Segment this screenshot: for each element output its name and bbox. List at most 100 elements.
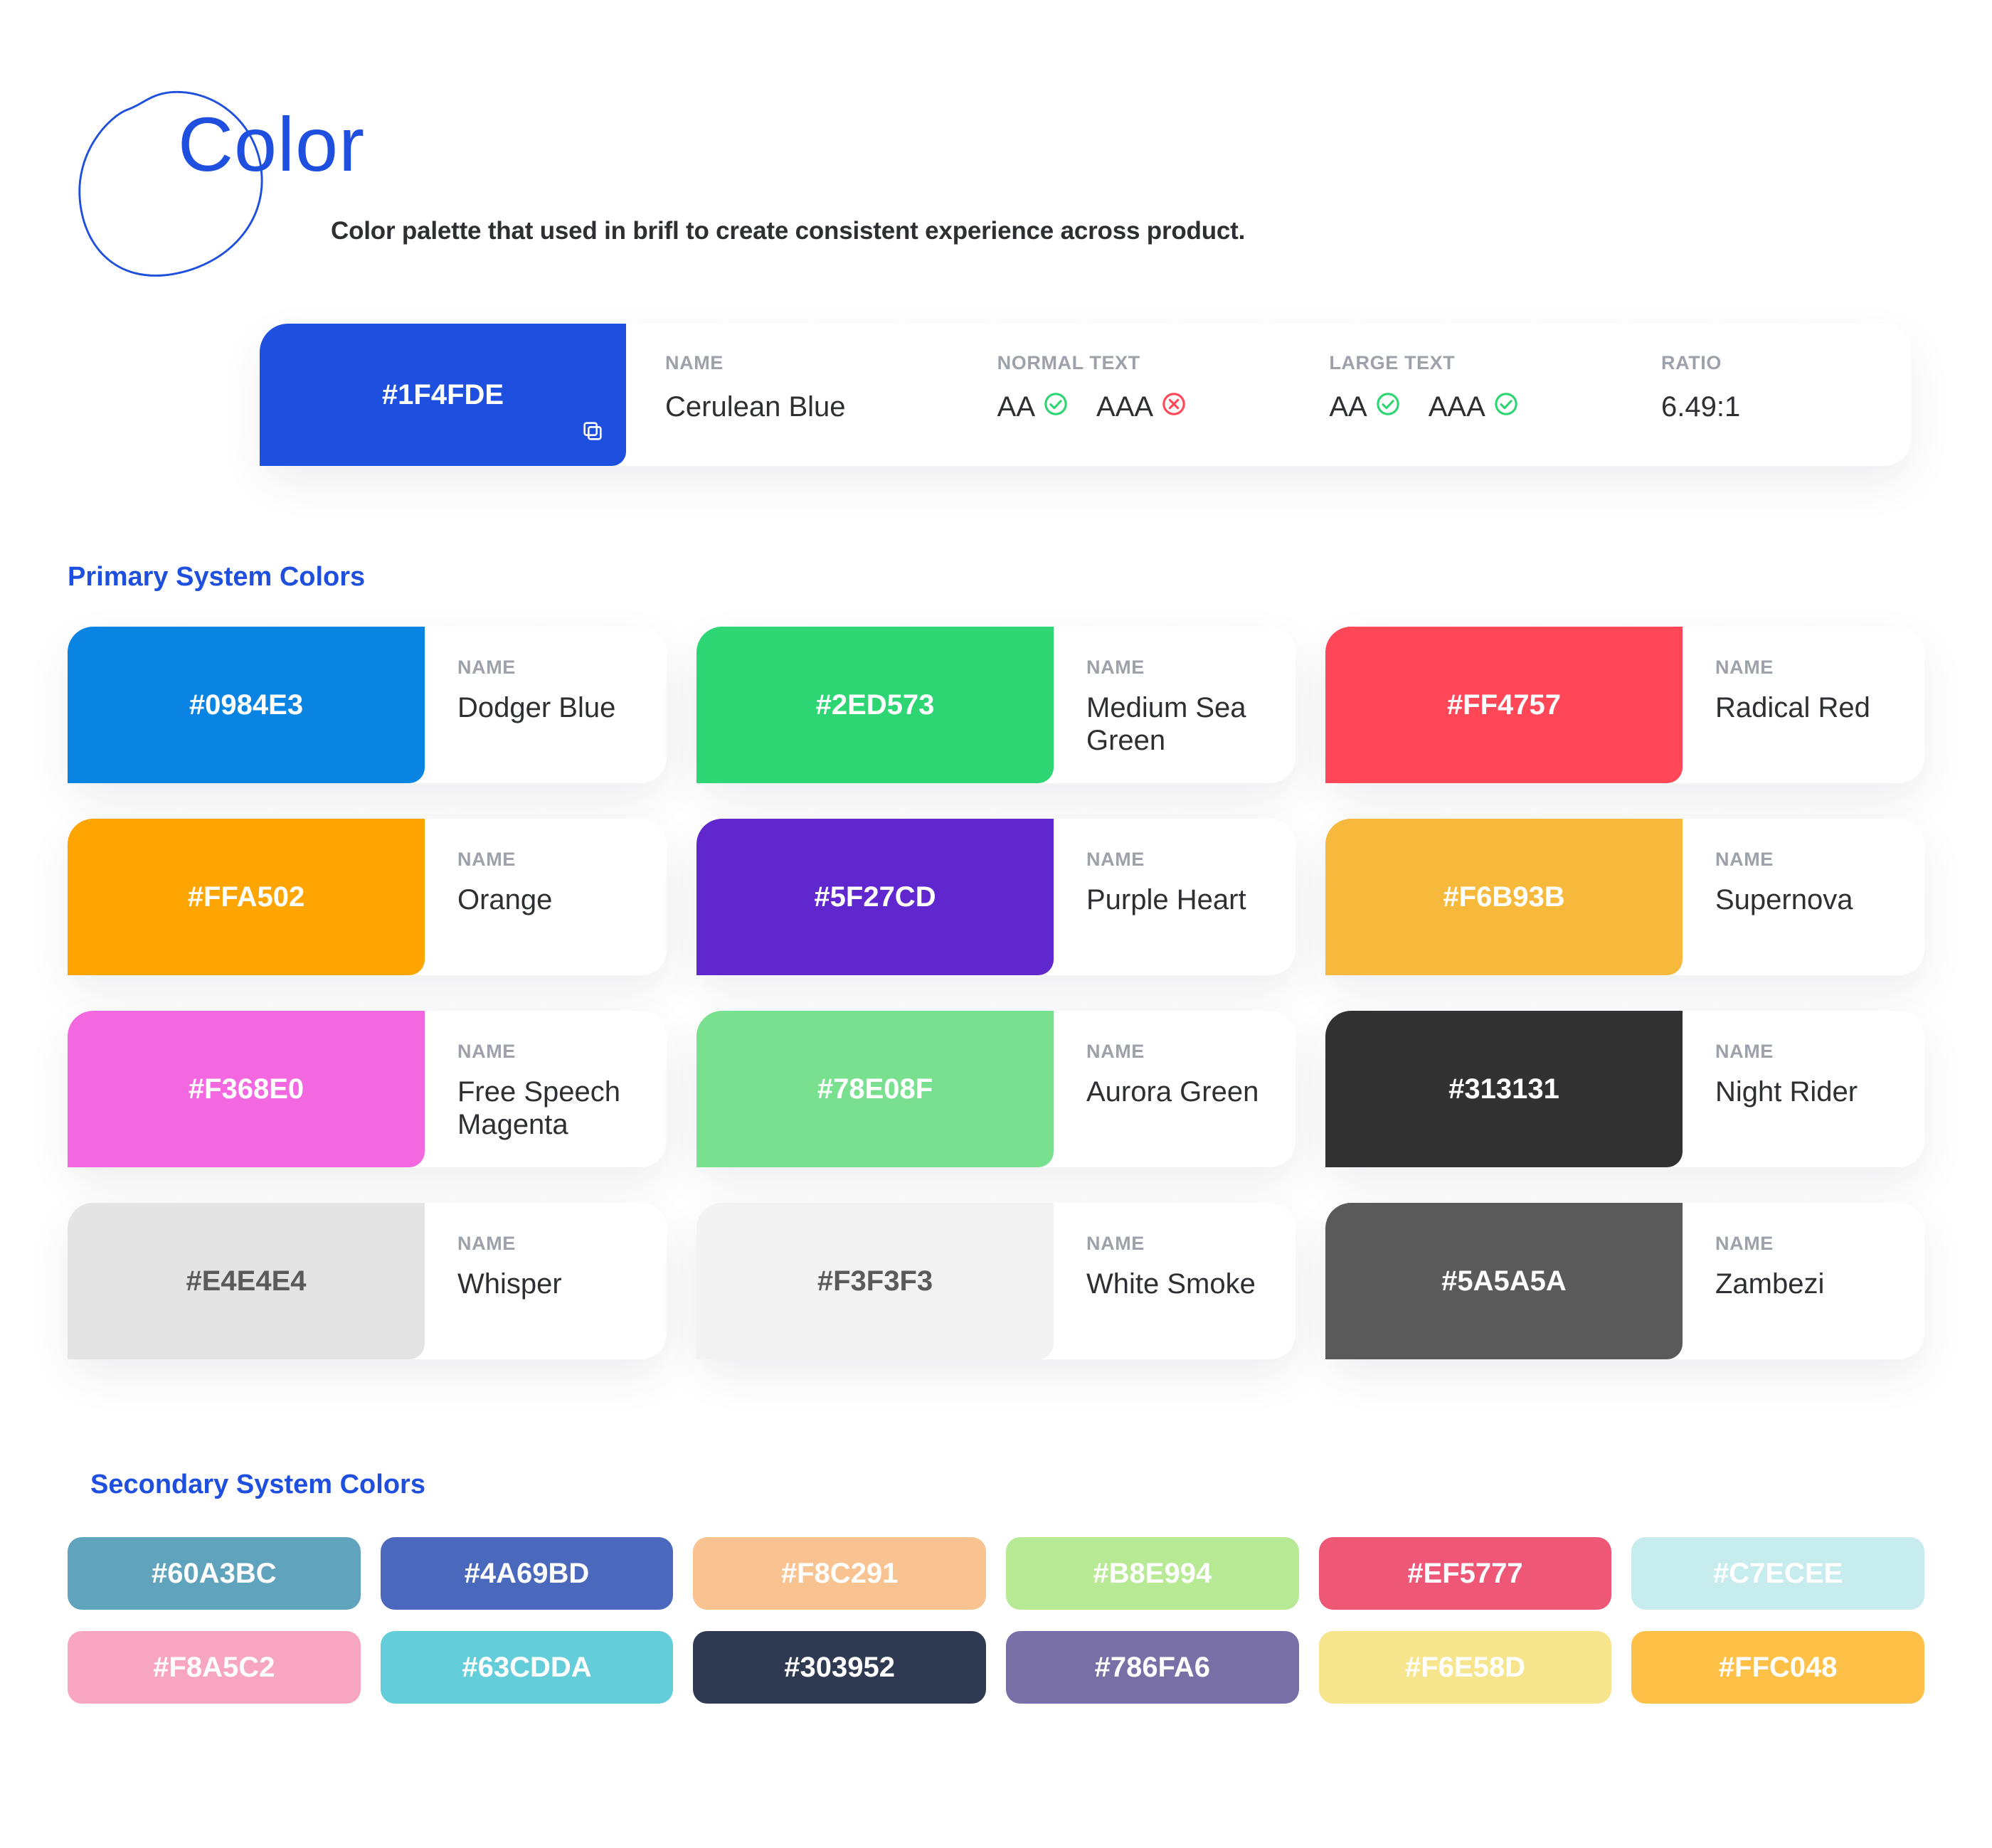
secondary-color-pill[interactable]: #F6E58D [1319,1631,1612,1704]
secondary-color-pill[interactable]: #F8C291 [693,1537,986,1610]
large-aa: AA [1329,391,1399,423]
color-name: Free Speech Magenta [457,1076,667,1141]
name-label: NAME [457,657,667,679]
color-card: #78E08F NAME Aurora Green [696,1011,1296,1167]
color-meta: NAME Orange [425,819,667,975]
name-label: NAME [1715,657,1924,679]
color-name: Dodger Blue [457,691,667,724]
featured-color-card: #1F4FDE NAME Cerulean Blue NORMAL TEXT A… [260,324,1912,466]
label-name: NAME [665,352,997,374]
name-label: NAME [457,1233,667,1255]
copy-icon[interactable] [581,418,605,450]
color-chip[interactable]: #313131 [1325,1011,1683,1167]
color-name: Zambezi [1715,1268,1924,1300]
color-meta: NAME Night Rider [1683,1011,1924,1167]
featured-name: Cerulean Blue [665,391,997,423]
secondary-color-pill[interactable]: #60A3BC [68,1537,361,1610]
color-name: Radical Red [1715,691,1924,724]
large-text-ratings: AA AAA [1329,391,1661,423]
secondary-color-pill[interactable]: #FFC048 [1631,1631,1924,1704]
color-card: #F6B93B NAME Supernova [1325,819,1924,975]
color-meta: NAME Dodger Blue [425,627,667,783]
name-label: NAME [1715,1041,1924,1063]
secondary-color-grid: #60A3BC #4A69BD #F8C291 #B8E994 #EF5777 #C7EC… [68,1537,1924,1704]
name-label: NAME [1086,1041,1296,1063]
color-name: Night Rider [1715,1076,1924,1108]
color-meta: NAME Aurora Green [1054,1011,1296,1167]
large-aaa: AAA [1429,391,1518,423]
color-chip[interactable]: #FFA502 [68,819,425,975]
label-normal-text: NORMAL TEXT [997,352,1330,374]
color-chip[interactable]: #0984E3 [68,627,425,783]
color-meta: NAME Zambezi [1683,1203,1924,1359]
color-card: #0984E3 NAME Dodger Blue [68,627,667,783]
color-name: Aurora Green [1086,1076,1296,1108]
color-meta: NAME Radical Red [1683,627,1924,783]
pass-icon [1494,391,1518,423]
color-meta: NAME Purple Heart [1054,819,1296,975]
pass-icon [1376,391,1400,423]
color-name: Whisper [457,1268,667,1300]
secondary-color-pill[interactable]: #EF5777 [1319,1537,1612,1610]
color-meta: NAME Supernova [1683,819,1924,975]
color-name: Purple Heart [1086,883,1296,916]
rating-label: AAA [1096,391,1153,423]
rating-label: AA [997,391,1035,423]
rating-label: AAA [1429,391,1485,423]
color-card: #5F27CD NAME Purple Heart [696,819,1296,975]
color-meta: NAME Medium Sea Green [1054,627,1296,783]
page-title: Color [178,100,1924,188]
color-chip[interactable]: #FF4757 [1325,627,1683,783]
secondary-color-pill[interactable]: #B8E994 [1006,1537,1299,1610]
normal-aaa: AAA [1096,391,1186,423]
name-label: NAME [457,849,667,871]
name-label: NAME [1715,1233,1924,1255]
secondary-color-pill[interactable]: #63CDDA [381,1631,674,1704]
secondary-color-pill[interactable]: #786FA6 [1006,1631,1299,1704]
featured-info: NAME Cerulean Blue NORMAL TEXT AA AAA [626,324,1912,466]
color-name: Supernova [1715,883,1924,916]
decorative-blob-icon [68,85,274,285]
name-label: NAME [1086,657,1296,679]
color-card: #FF4757 NAME Radical Red [1325,627,1924,783]
color-chip[interactable]: #5F27CD [696,819,1054,975]
color-chip[interactable]: #F3F3F3 [696,1203,1054,1359]
color-chip[interactable]: #F6B93B [1325,819,1683,975]
featured-ratio: 6.49:1 [1661,391,1872,423]
color-meta: NAME Whisper [425,1203,667,1359]
color-meta: NAME Free Speech Magenta [425,1011,667,1167]
secondary-color-pill[interactable]: #4A69BD [381,1537,674,1610]
normal-aa: AA [997,391,1068,423]
label-large-text: LARGE TEXT [1329,352,1661,374]
color-chip[interactable]: #5A5A5A [1325,1203,1683,1359]
secondary-section-heading: Secondary System Colors [90,1470,1924,1500]
color-card: #5A5A5A NAME Zambezi [1325,1203,1924,1359]
page-header: Color Color palette that used in brifl t… [68,100,1924,245]
color-chip[interactable]: #78E08F [696,1011,1054,1167]
name-label: NAME [1086,1233,1296,1255]
color-name: White Smoke [1086,1268,1296,1300]
color-name: Orange [457,883,667,916]
color-chip[interactable]: #F368E0 [68,1011,425,1167]
name-label: NAME [1086,849,1296,871]
secondary-color-pill[interactable]: #F8A5C2 [68,1631,361,1704]
secondary-color-pill[interactable]: #C7ECEE [1631,1537,1924,1610]
secondary-color-pill[interactable]: #303952 [693,1631,986,1704]
color-card: #FFA502 NAME Orange [68,819,667,975]
color-chip[interactable]: #2ED573 [696,627,1054,783]
normal-text-ratings: AA AAA [997,391,1330,423]
primary-section-heading: Primary System Colors [68,562,1924,593]
fail-icon [1162,391,1186,423]
featured-swatch[interactable]: #1F4FDE [260,324,626,466]
color-card: #313131 NAME Night Rider [1325,1011,1924,1167]
name-label: NAME [457,1041,667,1063]
color-card: #F368E0 NAME Free Speech Magenta [68,1011,667,1167]
rating-label: AA [1329,391,1367,423]
color-card: #F3F3F3 NAME White Smoke [696,1203,1296,1359]
color-chip[interactable]: #E4E4E4 [68,1203,425,1359]
name-label: NAME [1715,849,1924,871]
pass-icon [1044,391,1068,423]
color-card: #2ED573 NAME Medium Sea Green [696,627,1296,783]
color-name: Medium Sea Green [1086,691,1296,757]
page-subtitle: Color palette that used in brifl to crea… [331,217,1924,245]
